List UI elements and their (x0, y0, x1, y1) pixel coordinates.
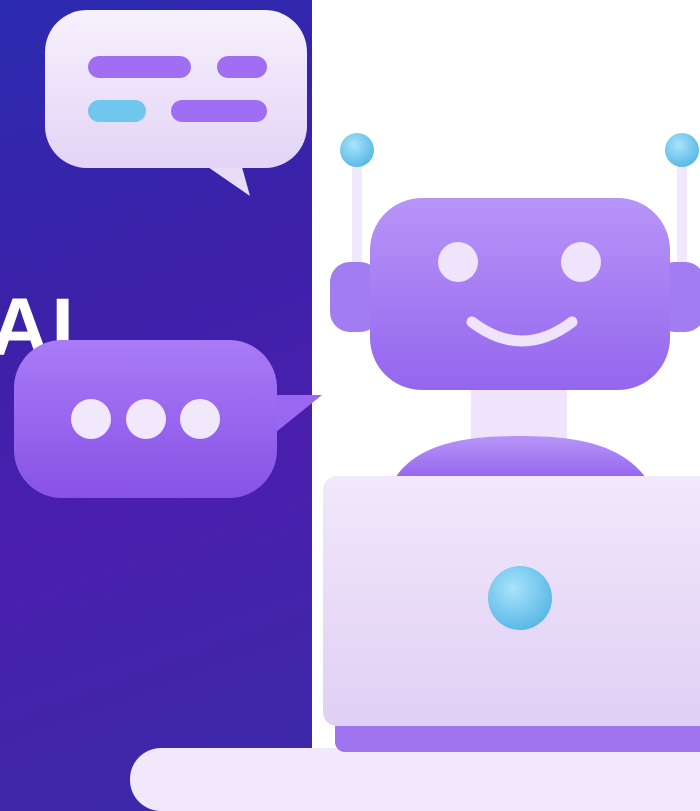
robot-icon (330, 133, 700, 478)
typing-bubble-icon (14, 340, 322, 498)
ai-promo-banner: AI (0, 0, 700, 811)
laptop-icon (130, 476, 700, 811)
chat-bubble-icon (45, 10, 307, 196)
robot-illustration (14, 10, 700, 811)
